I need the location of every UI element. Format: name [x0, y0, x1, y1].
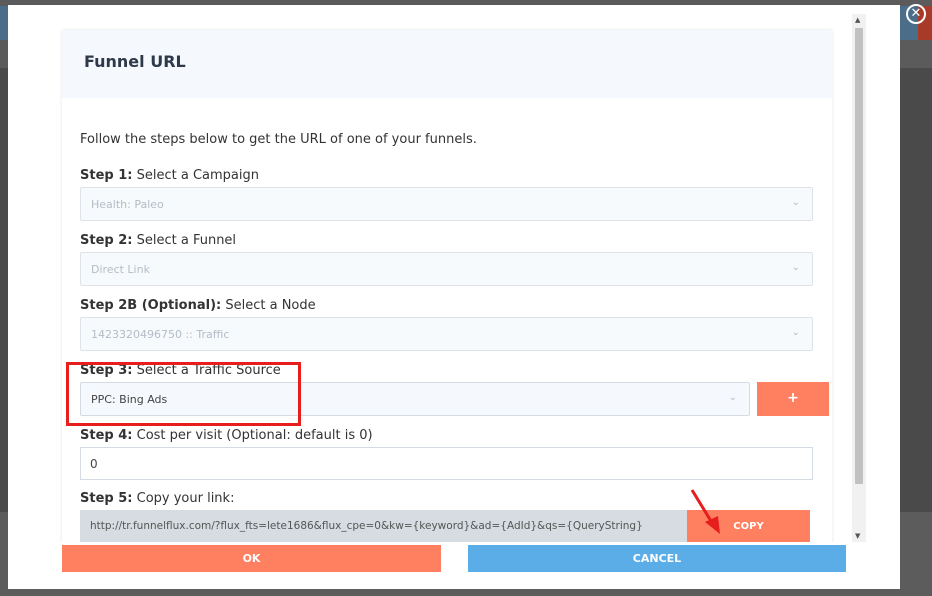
step4-text: Cost per visit (Optional: default is 0): [132, 428, 373, 443]
ok-button[interactable]: OK: [62, 545, 441, 572]
campaign-select-value: Health: Paleo: [91, 198, 164, 211]
arrow-annotation-icon: [690, 489, 720, 534]
funnel-url-panel: Funnel URL Follow the steps below to get…: [62, 30, 832, 542]
step4-label: Step 4: Cost per visit (Optional: defaul…: [80, 428, 373, 443]
modal-scroll-area: Funnel URL Follow the steps below to get…: [40, 14, 868, 542]
chevron-down-icon: ⌄: [791, 197, 800, 208]
step5-number: Step 5:: [80, 491, 133, 506]
step2-text: Select a Funnel: [132, 233, 237, 248]
funnel-link-field[interactable]: http://tr.funnelflux.com/?flux_fts=lete1…: [80, 510, 687, 542]
scroll-down-icon[interactable]: ▼: [855, 532, 860, 540]
scrollbar-thumb[interactable]: [855, 28, 863, 484]
step1-number: Step 1:: [80, 168, 133, 183]
add-traffic-source-button[interactable]: +: [757, 382, 829, 416]
step5-text: Copy your link:: [132, 491, 235, 506]
node-select[interactable]: 1423320496750 :: Traffic ⌄: [80, 317, 813, 351]
step1-label: Step 1: Select a Campaign: [80, 168, 259, 183]
step5-label: Step 5: Copy your link:: [80, 491, 234, 506]
panel-header: Funnel URL: [62, 30, 832, 98]
step2b-number: Step 2B (Optional):: [80, 298, 222, 313]
modal-scrollbar[interactable]: ▲ ▼: [852, 14, 866, 542]
step1-text: Select a Campaign: [132, 168, 259, 183]
chevron-down-icon: ⌄: [791, 327, 800, 338]
step2-number: Step 2:: [80, 233, 133, 248]
cost-per-visit-input[interactable]: [80, 447, 813, 480]
close-icon[interactable]: ✕: [906, 4, 926, 24]
intro-text: Follow the steps below to get the URL of…: [80, 132, 477, 147]
step3-highlight-box: [66, 362, 301, 426]
scroll-up-icon[interactable]: ▲: [855, 16, 860, 24]
page-title: Funnel URL: [84, 52, 186, 71]
chevron-down-icon: ⌄: [791, 262, 800, 273]
step4-number: Step 4:: [80, 428, 133, 443]
funnel-link-url: http://tr.funnelflux.com/?flux_fts=lete1…: [90, 520, 643, 532]
step2b-label: Step 2B (Optional): Select a Node: [80, 298, 316, 313]
node-select-value: 1423320496750 :: Traffic: [91, 328, 230, 341]
funnel-select[interactable]: Direct Link ⌄: [80, 252, 813, 286]
step2b-text: Select a Node: [221, 298, 316, 313]
funnel-select-value: Direct Link: [91, 263, 150, 276]
cancel-button[interactable]: CANCEL: [468, 545, 846, 572]
campaign-select[interactable]: Health: Paleo ⌄: [80, 187, 813, 221]
step2-label: Step 2: Select a Funnel: [80, 233, 236, 248]
chevron-down-icon: ⌄: [728, 392, 737, 403]
